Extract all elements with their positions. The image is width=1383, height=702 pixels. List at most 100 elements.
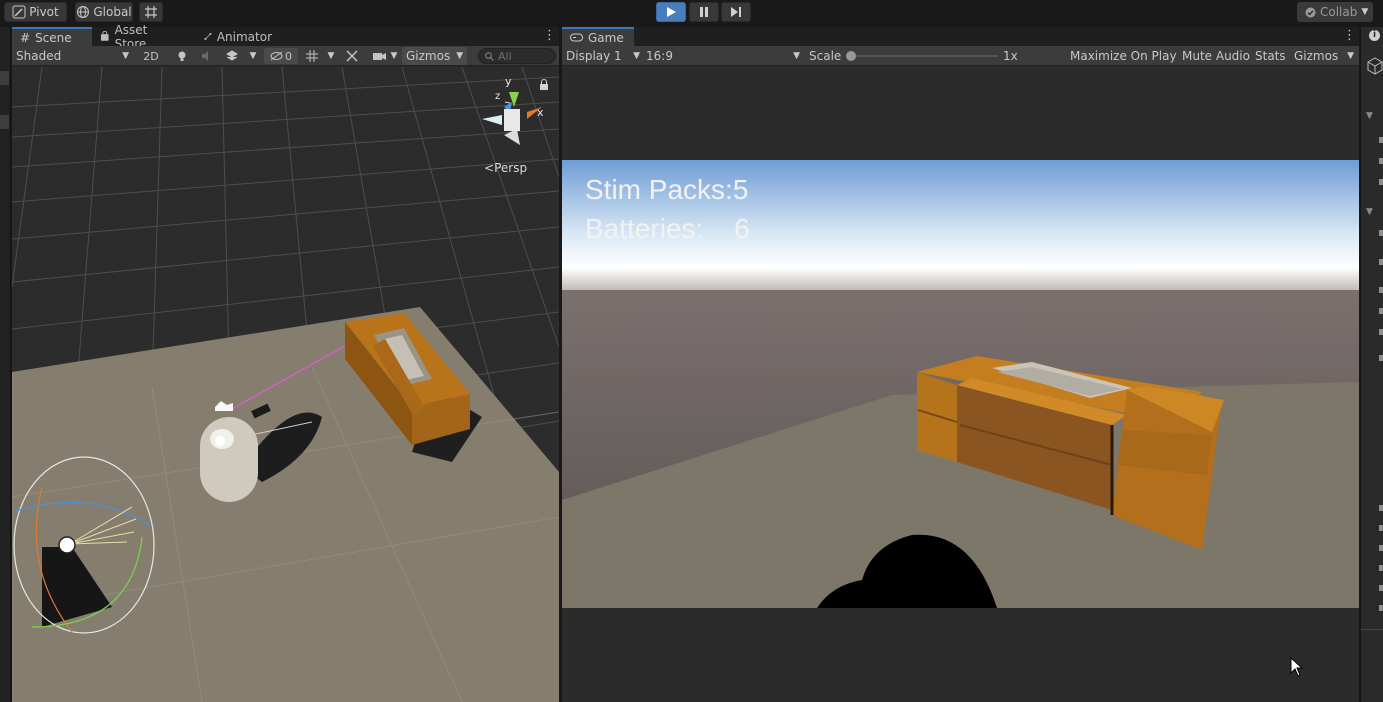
grid-snap-button[interactable] <box>139 2 163 22</box>
inspector-row <box>1379 158 1383 164</box>
dock-handle[interactable] <box>0 71 9 85</box>
inspector-row <box>1379 287 1383 293</box>
grid-dropdown[interactable]: ▼ <box>325 48 337 64</box>
chevron-down-icon: ▼ <box>1347 51 1354 61</box>
tab-game-label: Game <box>588 30 624 45</box>
inspector-row <box>1379 329 1383 335</box>
check-circle-icon <box>1305 7 1316 17</box>
axis-z-label: z <box>495 91 500 102</box>
stim-packs-hud: Stim Packs:5 <box>585 175 748 205</box>
toggle-2d-button[interactable]: 2D <box>140 48 162 64</box>
battery-value: 6 <box>734 213 750 244</box>
camera-dropdown[interactable]: ▼ <box>389 48 399 64</box>
scene-toolbar: Shaded ▼ 2D ▼ 0 ▼ ▼ Gizmos ▼ All <box>12 46 559 66</box>
pause-button[interactable] <box>689 2 719 22</box>
scene-menu-icon[interactable]: ⋮ <box>543 29 556 43</box>
inspector-row <box>1379 505 1383 511</box>
collab-label: Collab <box>1320 5 1358 19</box>
stats-toggle[interactable]: Stats <box>1255 46 1286 66</box>
globe-icon <box>77 6 90 18</box>
info-icon[interactable]: i <box>1369 30 1380 41</box>
scene-gizmos-label: Gizmos <box>406 49 451 63</box>
collab-dropdown[interactable]: Collab ▼ <box>1297 2 1373 22</box>
batteries-hud: Batteries: 6 <box>585 214 750 244</box>
tab-scene[interactable]: # Scene <box>12 27 92 46</box>
mute-audio-toggle[interactable]: Mute Audio <box>1182 46 1250 66</box>
inspector-row <box>1379 179 1383 185</box>
inspector-panel: i ▼ ▼ <box>1360 27 1383 702</box>
inspector-row <box>1379 230 1383 236</box>
display-dropdown[interactable]: Display 1 ▼ <box>566 46 640 66</box>
step-button[interactable] <box>721 2 751 22</box>
game-gizmos-dropdown[interactable]: Gizmos ▼ <box>1294 46 1354 66</box>
tab-scene-label: Scene <box>35 30 72 45</box>
shading-mode-dropdown[interactable]: Shaded ▼ <box>16 46 129 66</box>
mouse-cursor-icon <box>1290 657 1304 677</box>
dock-handle[interactable] <box>0 115 9 129</box>
chevron-down-icon: ▼ <box>327 51 335 61</box>
global-label: Global <box>93 5 132 19</box>
scale-label: Scale <box>809 49 842 63</box>
aspect-label: 16:9 <box>646 49 673 63</box>
global-button[interactable]: Global <box>75 2 133 22</box>
scene-gizmos-dropdown[interactable]: Gizmos ▼ <box>402 47 468 65</box>
aspect-dropdown[interactable]: 16:9 ▼ <box>646 46 800 66</box>
game-tabbar: Game ⋮ <box>562 27 1359 46</box>
cube-icon <box>1367 57 1383 75</box>
chevron-down-icon: ▼ <box>456 51 464 61</box>
battery-label: Batteries: <box>585 213 704 244</box>
effects-dropdown[interactable]: ▼ <box>247 48 259 64</box>
pivot-button[interactable]: Pivot <box>4 2 67 22</box>
tab-animator[interactable]: Animator <box>196 27 280 46</box>
game-gizmos-label: Gizmos <box>1294 49 1339 63</box>
grid-snap-icon <box>145 6 157 18</box>
eye-slash-icon <box>270 51 283 61</box>
main-toolbar: Pivot Global Collab ▼ <box>0 0 1383 25</box>
collapse-arrow[interactable]: ▼ <box>1366 207 1373 217</box>
collapse-arrow[interactable]: ▼ <box>1366 111 1373 121</box>
chevron-down-icon: ▼ <box>793 51 800 61</box>
hash-icon: # <box>20 30 31 45</box>
game-menu-icon[interactable]: ⋮ <box>1343 29 1356 43</box>
game-view[interactable]: Stim Packs:5 Batteries: 6 <box>562 160 1359 608</box>
play-button[interactable] <box>656 2 686 22</box>
scene-search-input[interactable]: All <box>478 48 556 64</box>
camera-icon[interactable] <box>369 48 389 64</box>
stim-label: Stim Packs: <box>585 174 733 205</box>
tools-icon[interactable] <box>342 48 362 64</box>
game-toolbar: Display 1 ▼ 16:9 ▼ Scale 1x Maximize On … <box>562 46 1359 66</box>
pivot-label: Pivot <box>29 5 59 19</box>
search-placeholder: All <box>498 49 512 63</box>
left-dock-strip <box>0 27 11 702</box>
scale-slider-thumb[interactable] <box>846 51 856 61</box>
display-label: Display 1 <box>566 49 622 63</box>
lighting-icon[interactable] <box>172 48 192 64</box>
inspector-row <box>1379 565 1383 571</box>
bag-icon <box>100 31 109 41</box>
persp-label[interactable]: <Persp <box>484 161 527 175</box>
persp-text: Persp <box>494 161 527 175</box>
chevron-down-icon: ▼ <box>122 51 129 61</box>
scale-slider[interactable] <box>846 51 998 61</box>
audio-icon[interactable] <box>197 48 217 64</box>
inspector-row <box>1379 355 1383 361</box>
scene-render: y x z <Persp <box>12 67 559 702</box>
maximize-on-play-toggle[interactable]: Maximize On Play <box>1070 46 1177 66</box>
divider <box>1361 629 1383 630</box>
tab-game[interactable]: Game <box>562 27 634 46</box>
inspector-row <box>1379 137 1383 143</box>
stim-value: 5 <box>732 174 749 205</box>
inspector-row <box>1379 545 1383 551</box>
inspector-row <box>1379 308 1383 314</box>
tab-animator-label: Animator <box>216 29 272 44</box>
scene-tabbar: # Scene Asset Store Animator ⋮ <box>12 23 559 51</box>
hidden-objects-toggle[interactable]: 0 <box>264 48 298 64</box>
effects-icon[interactable] <box>222 48 242 64</box>
pause-icon <box>700 7 708 17</box>
search-icon <box>485 51 494 61</box>
animator-icon <box>204 32 212 41</box>
shading-mode-label: Shaded <box>16 49 62 63</box>
scene-viewport[interactable]: y x z <Persp <box>12 67 559 702</box>
grid-icon[interactable] <box>302 48 322 64</box>
tab-asset-store[interactable]: Asset Store <box>92 23 188 51</box>
